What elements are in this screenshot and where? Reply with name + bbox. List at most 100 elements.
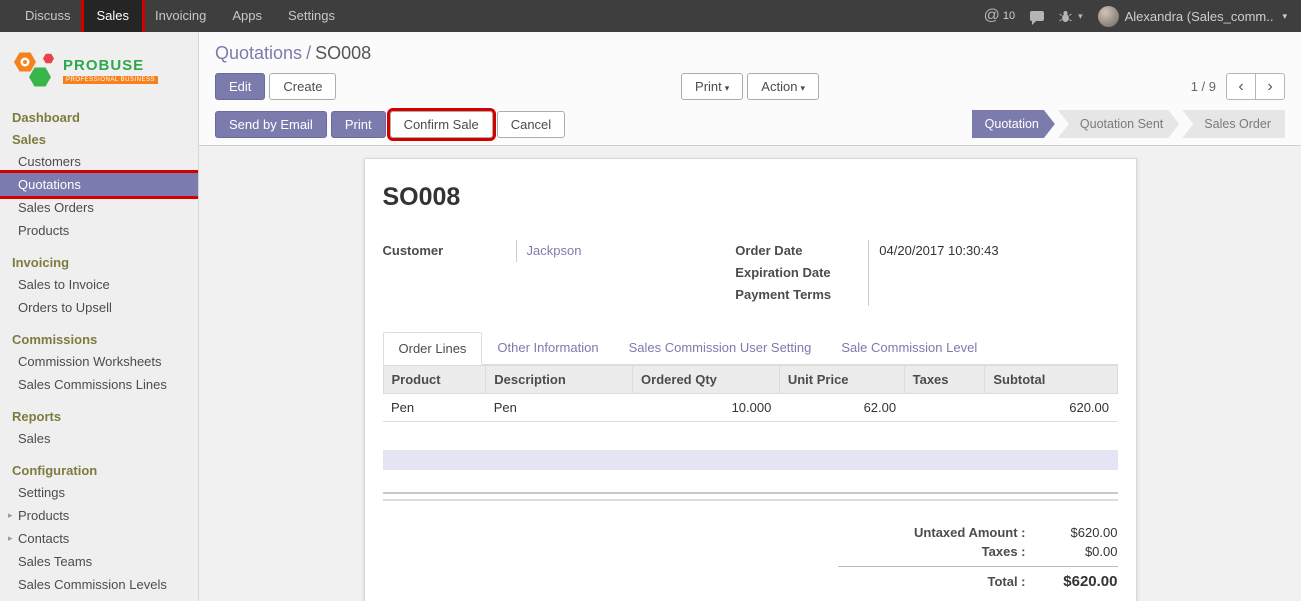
sidebar-item-customers[interactable]: Customers — [0, 150, 198, 173]
sidebar-item-label: Contacts — [18, 531, 69, 546]
logo-text: PROBUSE PROFESSIONAL BUSINESS — [63, 57, 158, 84]
tab-order-lines[interactable]: Order Lines — [383, 332, 483, 365]
menu-invoicing[interactable]: Invoicing — [142, 0, 219, 32]
pager-next-button[interactable]: › — [1255, 73, 1285, 100]
create-button[interactable]: Create — [269, 73, 336, 100]
breadcrumb-quotations[interactable]: Quotations — [215, 43, 302, 63]
confirm-sale-button[interactable]: Confirm Sale — [390, 111, 493, 138]
topbar-right: @ 10 ▾ Alexandra (Sales_comm.. ▾ — [984, 0, 1301, 32]
form-toolbar: Send by Email Print Confirm Sale Cancel … — [199, 108, 1301, 146]
brand-name: PROBUSE — [63, 57, 158, 74]
table-row[interactable]: Pen Pen 10.000 62.00 620.00 — [383, 394, 1117, 422]
sidebar-section-invoicing[interactable]: Invoicing — [0, 251, 198, 273]
brand-tagline: PROFESSIONAL BUSINESS — [63, 76, 158, 84]
column-header-taxes: Taxes — [904, 366, 985, 394]
breadcrumb-separator: / — [306, 43, 311, 63]
taxes-value: $0.00 — [1038, 544, 1118, 559]
state-sales-order[interactable]: Sales Order — [1182, 110, 1285, 138]
payment-terms-label: Payment Terms — [735, 284, 868, 306]
notebook-tabs: Order Lines Other Information Sales Comm… — [383, 332, 1118, 365]
sidebar-item-orders-to-upsell[interactable]: Orders to Upsell — [0, 296, 198, 319]
action-dropdown[interactable]: Action▾ — [747, 73, 819, 100]
at-icon: @ — [984, 8, 1000, 24]
taxes-row: Taxes : $0.00 — [838, 542, 1118, 561]
order-date-value: 04/20/2017 10:30:43 — [868, 240, 1117, 262]
content-area: SO008 Customer Jackpson Order Date 04/20… — [199, 146, 1301, 601]
sidebar-section-reports[interactable]: Reports — [0, 405, 198, 427]
bug-icon — [1059, 9, 1072, 23]
sidebar-section-sales[interactable]: Sales — [0, 128, 198, 150]
debug-menu[interactable]: ▾ — [1059, 9, 1083, 23]
table-header-row: Product Description Ordered Qty Unit Pri… — [383, 366, 1117, 394]
sidebar-item-sales-teams[interactable]: Sales Teams — [0, 550, 198, 573]
sidebar: PROBUSE PROFESSIONAL BUSINESS Dashboard … — [0, 32, 199, 601]
send-by-email-button[interactable]: Send by Email — [215, 111, 327, 138]
sidebar-item-label: Products — [18, 508, 69, 523]
order-lines-table: Product Description Ordered Qty Unit Pri… — [383, 365, 1118, 422]
sidebar-section-configuration[interactable]: Configuration — [0, 459, 198, 481]
sidebar-item-reports-sales[interactable]: Sales — [0, 427, 198, 450]
chat-menu[interactable] — [1030, 11, 1044, 21]
expiration-date-label: Expiration Date — [735, 262, 868, 284]
sidebar-item-sales-orders[interactable]: Sales Orders — [0, 196, 198, 219]
edit-button[interactable]: Edit — [215, 73, 265, 100]
print-dropdown-label: Print — [695, 79, 722, 94]
sidebar-item-sales-commissions-lines[interactable]: Sales Commissions Lines — [0, 373, 198, 396]
column-header-unit-price: Unit Price — [779, 366, 904, 394]
menu-settings[interactable]: Settings — [275, 0, 348, 32]
caret-down-icon: ▾ — [725, 83, 730, 93]
print-dropdown[interactable]: Print▾ — [681, 73, 743, 100]
sidebar-item-products[interactable]: Products — [0, 219, 198, 242]
sidebar-item-config-contacts[interactable]: ▸ Contacts — [0, 527, 198, 550]
caret-down-icon: ▾ — [800, 83, 805, 93]
field-group: Customer Jackpson Order Date 04/20/2017 … — [383, 240, 1118, 306]
form-sheet: SO008 Customer Jackpson Order Date 04/20… — [364, 158, 1137, 601]
caret-down-icon: ▾ — [1078, 11, 1083, 22]
taxes-label: Taxes : — [838, 544, 1038, 559]
sidebar-section-commissions[interactable]: Commissions — [0, 328, 198, 350]
sidebar-item-dashboard[interactable]: Dashboard — [0, 106, 198, 128]
menu-discuss[interactable]: Discuss — [12, 0, 84, 32]
top-menu: Discuss Sales Invoicing Apps Settings — [0, 0, 348, 32]
menu-apps[interactable]: Apps — [219, 0, 275, 32]
customer-label: Customer — [383, 240, 516, 262]
total-row: Total : $620.00 — [838, 566, 1118, 592]
control-panel: Quotations/SO008 Edit Create Print▾ Acti… — [199, 32, 1301, 108]
action-dropdown-label: Action — [761, 79, 797, 94]
sidebar-item-quotations[interactable]: Quotations — [0, 173, 198, 196]
sidebar-item-config-products[interactable]: ▸ Products — [0, 504, 198, 527]
column-header-ordered-qty: Ordered Qty — [633, 366, 780, 394]
field-customer: Customer Jackpson — [383, 240, 736, 262]
probuse-logo[interactable]: PROBUSE PROFESSIONAL BUSINESS — [0, 32, 198, 104]
customer-value[interactable]: Jackpson — [516, 240, 736, 262]
sidebar-item-config-settings[interactable]: Settings — [0, 481, 198, 504]
cancel-button[interactable]: Cancel — [497, 111, 565, 138]
breadcrumb: Quotations/SO008 — [199, 32, 1301, 66]
menu-sales[interactable]: Sales — [84, 0, 143, 32]
sidebar-item-commission-worksheets[interactable]: Commission Worksheets — [0, 350, 198, 373]
user-menu[interactable]: Alexandra (Sales_comm.. ▾ — [1098, 6, 1287, 27]
column-header-product: Product — [383, 366, 486, 394]
tab-sales-commission-user-setting[interactable]: Sales Commission User Setting — [614, 332, 827, 365]
buttons-row: Edit Create Print▾ Action▾ 1 / 9 ‹ › — [199, 66, 1301, 108]
sidebar-item-sales-commission-levels[interactable]: Sales Commission Levels — [0, 573, 198, 596]
chat-bubble-icon — [1030, 11, 1044, 21]
cell-product[interactable]: Pen — [383, 394, 486, 422]
pager: ‹ › — [1226, 73, 1285, 100]
order-date-label: Order Date — [735, 240, 868, 262]
field-payment-terms: Payment Terms — [735, 284, 1117, 306]
messages-menu[interactable]: @ 10 — [984, 8, 1016, 24]
caret-down-icon: ▾ — [1282, 11, 1287, 22]
untaxed-amount-label: Untaxed Amount : — [838, 525, 1038, 540]
pager-previous-button[interactable]: ‹ — [1226, 73, 1256, 100]
cell-ordered-qty: 10.000 — [633, 394, 780, 422]
sidebar-item-sales-to-invoice[interactable]: Sales to Invoice — [0, 273, 198, 296]
cell-unit-price: 62.00 — [779, 394, 904, 422]
tab-other-information[interactable]: Other Information — [482, 332, 613, 365]
state-quotation[interactable]: Quotation — [972, 110, 1055, 138]
untaxed-amount-value: $620.00 — [1038, 525, 1118, 540]
cell-description: Pen — [486, 394, 633, 422]
state-quotation-sent[interactable]: Quotation Sent — [1058, 110, 1179, 138]
tab-sale-commission-level[interactable]: Sale Commission Level — [826, 332, 992, 365]
print-button[interactable]: Print — [331, 111, 386, 138]
